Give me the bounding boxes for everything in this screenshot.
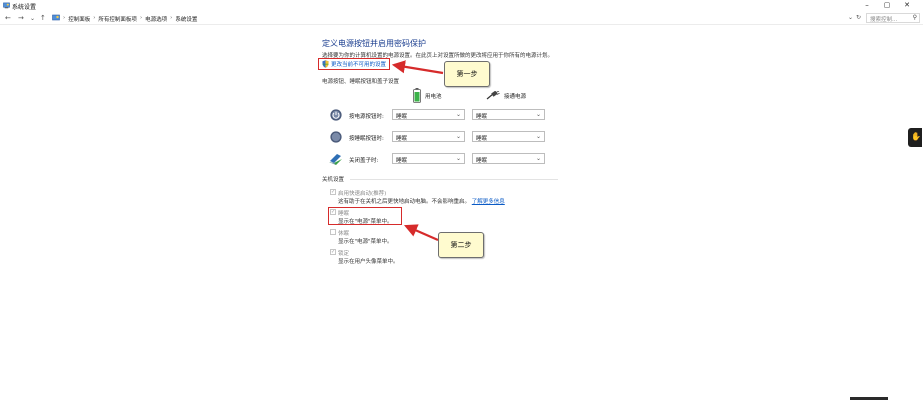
- select-value: 睡眠: [476, 136, 488, 142]
- select-value: 睡眠: [476, 114, 488, 120]
- side-floating-widget[interactable]: ✋: [908, 128, 922, 147]
- power-button-battery-select[interactable]: 睡眠 ⌄: [392, 109, 465, 120]
- shutdown-section-title: 关机设置: [322, 177, 345, 183]
- lid-close-row: 关闭盖子时: 睡眠 ⌄ 睡眠 ⌄: [328, 152, 558, 168]
- address-bar: ← → ⌄ ↑ › 控制面板 › 所有控制面板项 › 电源选项 › 系统设置 ⌄…: [0, 12, 923, 25]
- chevron-down-icon: ⌄: [455, 111, 461, 118]
- minimize-button[interactable]: –: [861, 1, 873, 10]
- step2-callout: 第二步: [438, 232, 484, 258]
- select-value: 睡眠: [476, 158, 488, 164]
- battery-column-label: 用电池: [425, 93, 442, 100]
- select-value: 睡眠: [396, 114, 408, 120]
- battery-column-header: 用电池: [413, 88, 442, 103]
- control-panel-icon: [3, 2, 10, 9]
- breadcrumb-separator: ›: [93, 15, 96, 21]
- sleep-button-plugged-select[interactable]: 睡眠 ⌄: [472, 131, 545, 142]
- close-button[interactable]: ✕: [901, 1, 913, 10]
- window-title: 系统设置: [12, 4, 37, 11]
- search-icon[interactable]: ⚲: [913, 14, 917, 21]
- fast-startup-checkbox[interactable]: ✓: [330, 189, 336, 195]
- step2-arrow: [403, 224, 439, 242]
- hibernate-option-desc: 显示在"电源"菜单中。: [338, 239, 393, 245]
- breadcrumb-system-settings[interactable]: 系统设置: [175, 15, 197, 23]
- chevron-down-icon: ⌄: [535, 111, 541, 118]
- lid-close-label: 关闭盖子时:: [349, 158, 379, 164]
- fast-startup-desc: 这有助于在关机之后更快地启动电脑。不会影响重启。 了解更多信息: [338, 197, 505, 205]
- section-divider: [350, 179, 558, 180]
- breadcrumb-separator: ›: [170, 15, 173, 21]
- chevron-down-icon: ⌄: [455, 155, 461, 162]
- power-button-plugged-select[interactable]: 睡眠 ⌄: [472, 109, 545, 120]
- lock-option-desc: 显示在用户头像菜单中。: [338, 259, 399, 265]
- plug-icon: [486, 91, 500, 100]
- step1-callout: 第一步: [444, 61, 490, 87]
- back-button[interactable]: ←: [5, 14, 11, 22]
- buttons-section-title: 电源按钮、睡眠按钮和盖子设置: [322, 79, 400, 85]
- select-value: 睡眠: [396, 158, 408, 164]
- plugged-column-label: 接通电源: [504, 93, 527, 100]
- highlight-box-step2: [328, 207, 402, 225]
- fast-startup-desc-text: 这有助于在关机之后更快地启动电脑。不会影响重启。: [338, 199, 471, 205]
- maximize-button[interactable]: ▢: [881, 1, 893, 10]
- chevron-down-icon: ⌄: [535, 133, 541, 140]
- lid-close-plugged-select[interactable]: 睡眠 ⌄: [472, 153, 545, 164]
- power-button-row: 按电源按钮时: 睡眠 ⌄ 睡眠 ⌄: [328, 108, 558, 124]
- battery-icon: [413, 88, 421, 103]
- address-dropdown-button[interactable]: ⌄: [848, 14, 853, 21]
- title-bar: 系统设置 – ▢ ✕: [0, 0, 923, 11]
- breadcrumb-control-panel[interactable]: 控制面板: [68, 15, 90, 23]
- learn-more-link[interactable]: 了解更多信息: [472, 199, 505, 205]
- page-title: 定义电源按钮并启用密码保护: [322, 39, 426, 48]
- highlight-box-step1: [318, 58, 390, 70]
- breadcrumb: › 控制面板 › 所有控制面板项 › 电源选项 › 系统设置: [63, 15, 197, 23]
- lock-option-label: 锁定: [338, 251, 350, 257]
- breadcrumb-separator: ›: [63, 15, 66, 21]
- breadcrumb-separator: ›: [139, 15, 143, 21]
- lid-icon: [329, 154, 342, 165]
- lock-checkbox[interactable]: ✓: [330, 249, 336, 255]
- sleep-button-label: 按睡眠按钮时:: [349, 136, 384, 142]
- breadcrumb-all-items[interactable]: 所有控制面板项: [98, 15, 137, 23]
- forward-button[interactable]: →: [18, 14, 24, 22]
- breadcrumb-power-options[interactable]: 电源选项: [145, 15, 167, 23]
- refresh-button[interactable]: ↻: [856, 14, 861, 21]
- search-placeholder: 搜索控制...: [870, 17, 898, 23]
- select-value: 睡眠: [396, 136, 408, 142]
- power-button-label: 按电源按钮时:: [349, 114, 384, 120]
- recent-locations-button[interactable]: ⌄: [30, 15, 35, 22]
- chevron-down-icon: ⌄: [535, 155, 541, 162]
- hibernate-checkbox[interactable]: [330, 229, 336, 235]
- sleep-button-battery-select[interactable]: 睡眠 ⌄: [392, 131, 465, 142]
- plugged-column-header: 接通电源: [486, 91, 526, 100]
- chevron-down-icon: ⌄: [455, 133, 461, 140]
- power-icon: [330, 109, 342, 121]
- sleep-icon: [330, 131, 342, 143]
- sleep-button-row: 按睡眠按钮时: 睡眠 ⌄ 睡眠 ⌄: [328, 130, 558, 146]
- lid-close-battery-select[interactable]: 睡眠 ⌄: [392, 153, 465, 164]
- step1-arrow: [391, 60, 444, 75]
- hand-icon: ✋: [911, 132, 921, 141]
- fast-startup-label: 启用快速启动(推荐): [338, 191, 387, 197]
- search-input[interactable]: 搜索控制... ⚲: [866, 13, 920, 23]
- control-panel-icon: [52, 14, 60, 21]
- up-button[interactable]: ↑: [40, 14, 46, 22]
- hibernate-option-label: 休眠: [338, 231, 350, 237]
